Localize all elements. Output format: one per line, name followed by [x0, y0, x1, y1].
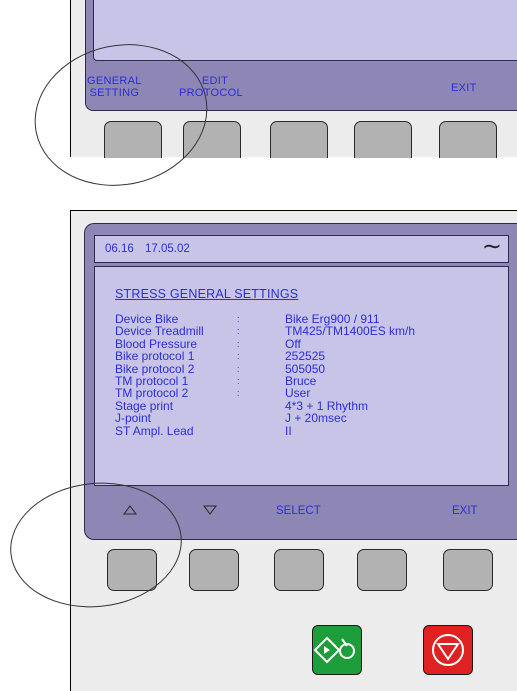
stop-icon: [432, 634, 464, 666]
softkey-label-general-setting: GENERAL SETTING: [87, 75, 142, 99]
start-button[interactable]: [312, 625, 362, 675]
screen-title: STRESS GENERAL SETTINGS: [115, 287, 299, 301]
setting-separator: :: [237, 351, 240, 362]
start-icon: [313, 636, 355, 664]
softkey-label-edit-protocol: EDIT PROTOCOL: [179, 75, 243, 99]
top-display-screen: [93, 0, 517, 61]
setting-separator: :: [237, 375, 240, 386]
softkey-button-4[interactable]: [354, 121, 412, 158]
stop-button[interactable]: [423, 625, 473, 675]
softkey-select-button[interactable]: [274, 549, 324, 591]
setting-separator: :: [237, 326, 240, 337]
softkey-label-exit: EXIT: [452, 505, 478, 517]
display-main-screen: STRESS GENERAL SETTINGS Device Bike : Bi…: [94, 266, 509, 486]
softkey-label-line: EDIT: [201, 75, 229, 87]
softkey-label-exit: EXIT: [451, 82, 477, 94]
setting-separator: :: [237, 338, 240, 349]
bottom-device-panel: 06.16 17.05.02 ∼ STRESS GENERAL SETTINGS…: [70, 210, 517, 691]
setting-value: II: [285, 423, 292, 438]
softkey-button-2[interactable]: [183, 121, 241, 158]
setting-separator: :: [237, 314, 240, 324]
setting-value: 252525: [285, 349, 326, 364]
softkey-label-line: GENERAL: [87, 75, 142, 87]
setting-separator: :: [237, 388, 240, 399]
softkey-label-line: SETTING: [89, 87, 140, 99]
setting-label: Bike protocol 1: [115, 349, 195, 364]
setting-label: ST Ampl. Lead: [115, 423, 194, 438]
setting-value: User: [285, 386, 311, 401]
header-date: 17.05.02: [145, 243, 190, 255]
softkey-exit-button[interactable]: [443, 549, 493, 591]
softkey-button-5[interactable]: [439, 121, 497, 158]
setting-label: J-point: [115, 411, 152, 426]
setting-value: TM425/TM1400ES km/h: [285, 324, 416, 339]
softkey-button-3[interactable]: [270, 121, 328, 158]
triangle-up-icon: [123, 505, 137, 515]
softkey-label-line: PROTOCOL: [179, 87, 243, 99]
setting-separator: :: [237, 363, 240, 374]
top-device-panel: GENERAL SETTING EDIT PROTOCOL EXIT: [70, 0, 517, 158]
header-time: 06.16: [105, 243, 134, 255]
display-header-bar: 06.16 17.05.02 ∼: [94, 233, 509, 263]
softkey-up-button[interactable]: [107, 549, 157, 591]
softkey-4-button[interactable]: [357, 549, 407, 591]
signal-icon: ∼: [481, 233, 502, 260]
setting-value: J + 20msec: [285, 411, 347, 426]
softkey-down-button[interactable]: [189, 549, 239, 591]
setting-label: Device Treadmill: [115, 324, 204, 339]
triangle-down-icon: [203, 505, 217, 515]
softkey-label-select: SELECT: [276, 505, 321, 517]
softkey-button-1[interactable]: [104, 121, 162, 158]
setting-label: TM protocol 2: [115, 386, 189, 401]
